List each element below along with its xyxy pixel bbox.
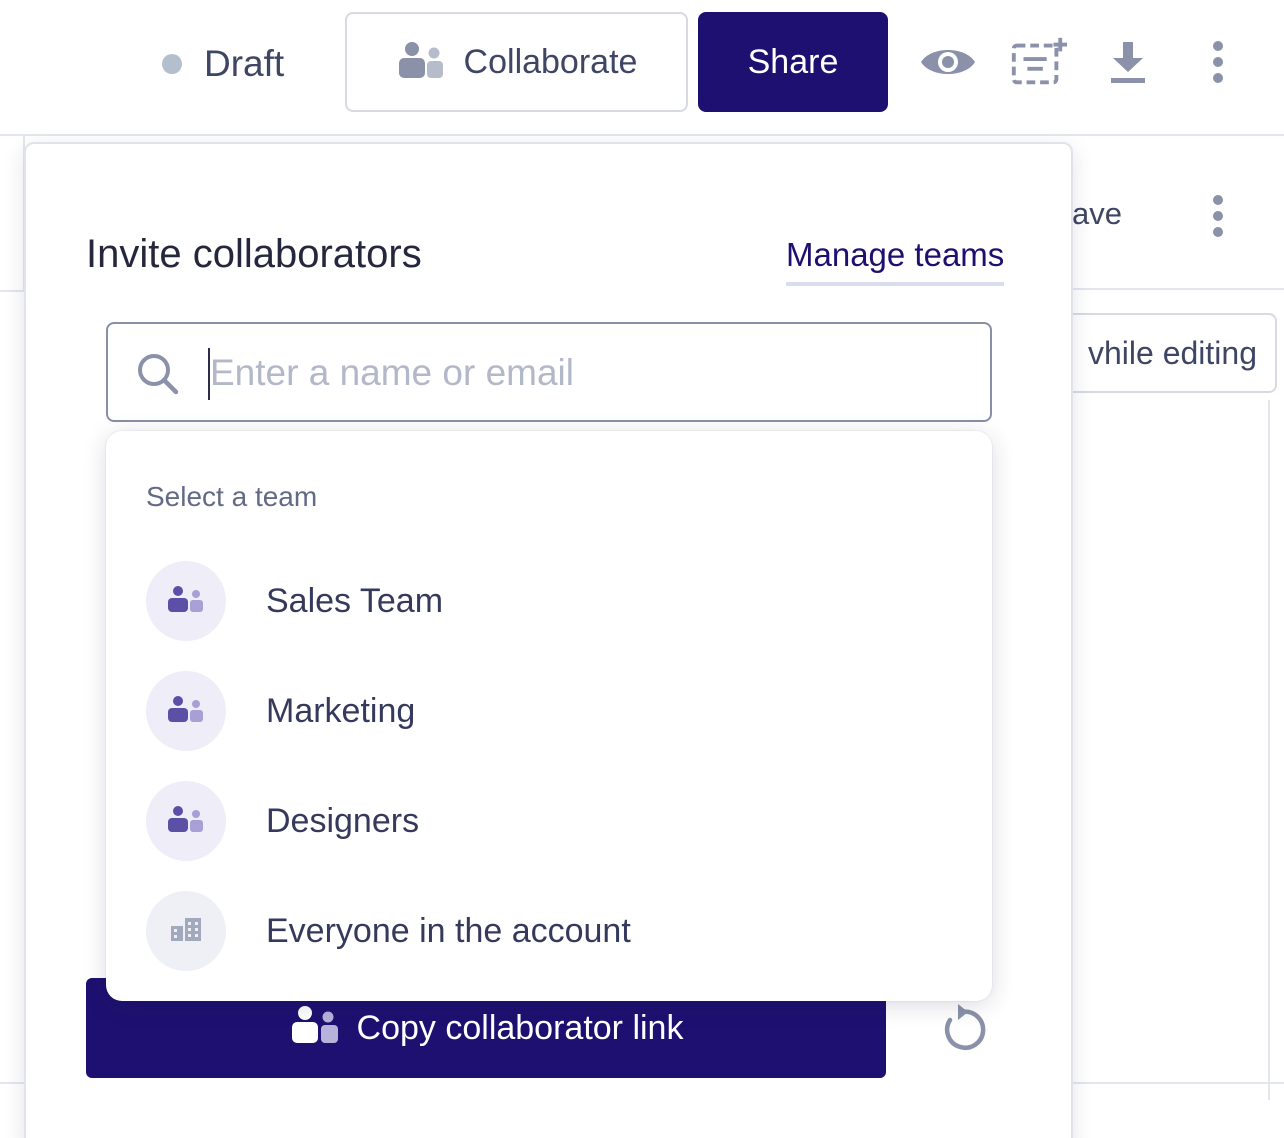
background-divider [1268,400,1270,1100]
more-vertical-icon[interactable] [1196,186,1240,246]
add-field-icon[interactable] [1008,32,1068,92]
people-icon [289,1004,343,1053]
download-icon[interactable] [1098,32,1158,92]
team-option-sales-team[interactable]: Sales Team [146,561,952,641]
team-avatar [146,781,226,861]
manage-teams-link[interactable]: Manage teams [786,236,1005,286]
team-option-marketing[interactable]: Marketing [146,671,952,751]
team-name: Marketing [266,691,416,730]
team-dropdown: Select a team Sales Team Marketing Desig… [106,431,992,1001]
background-editing-button[interactable]: vhile editing [1040,313,1277,393]
team-icon [166,585,206,618]
search-field[interactable] [106,322,992,422]
eye-icon[interactable] [918,32,978,92]
collaborate-label: Collaborate [463,42,638,81]
team-option-designers[interactable]: Designers [146,781,952,861]
team-avatar [146,891,226,971]
document-status: Draft [162,42,284,86]
team-name: Sales Team [266,581,444,620]
team-avatar [146,561,226,641]
search-input[interactable] [210,334,970,412]
status-text: Draft [204,43,285,84]
team-icon [166,805,206,838]
building-icon [169,916,203,947]
team-option-everyone[interactable]: Everyone in the account [146,891,952,971]
top-toolbar: Draft Collaborate Share [0,0,1284,136]
background-editing-label: vhile editing [1088,334,1257,371]
more-vertical-icon[interactable] [1188,32,1248,92]
status-dot [162,54,182,74]
search-icon [136,352,180,396]
reset-icon[interactable] [936,1004,988,1056]
background-divider [0,290,25,292]
background-save-text[interactable]: ave [1072,196,1122,232]
people-icon [396,40,448,85]
team-avatar [146,671,226,751]
team-name: Designers [266,801,420,840]
share-button[interactable]: Share [698,12,888,112]
collaborate-button[interactable]: Collaborate [345,12,688,112]
copy-link-label: Copy collaborator link [356,1008,684,1047]
team-name: Everyone in the account [266,911,631,950]
panel-title: Invite collaborators [86,232,422,276]
dropdown-heading: Select a team [146,481,318,512]
team-icon [166,695,206,728]
